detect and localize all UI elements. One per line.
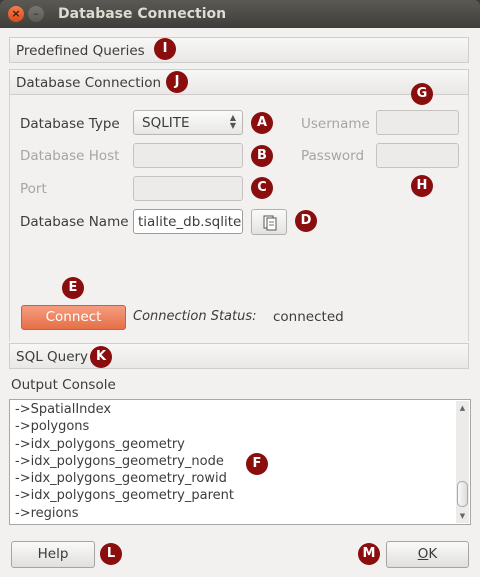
close-icon[interactable]: × [8,6,24,22]
db-type-label: Database Type [20,116,120,132]
console-scrollbar[interactable]: ▲ ▼ [456,401,469,523]
ok-button[interactable]: OK [386,541,469,568]
password-input[interactable] [376,143,459,168]
connect-button[interactable]: Connect [21,305,126,330]
title-bar: × – Database Connection [0,0,480,28]
scroll-thumb[interactable] [457,481,468,507]
console-line: ->regions [15,505,79,521]
db-host-label: Database Host [20,148,120,164]
password-label: Password [301,148,365,164]
annotation-badge-l: L [100,543,122,565]
console-line: ->polygons [15,419,90,435]
connection-status-label: Connection Status: [133,309,257,324]
username-input[interactable] [376,110,459,135]
section-connection-label: Database Connection [16,75,162,91]
annotation-badge-m: M [358,543,380,565]
annotation-badge-f: F [246,453,268,475]
file-browse-icon [263,215,277,231]
console-line: ->idx_polygons_geometry_rowid [15,471,227,487]
annotation-badge-k: K [90,346,112,368]
console-lines: ->SpatialIndex ->polygons ->idx_polygons… [15,402,455,523]
browse-file-button[interactable] [251,209,287,235]
db-type-select[interactable]: SQLITE ▲ ▼ [133,110,243,135]
port-label: Port [20,181,47,197]
db-name-input[interactable]: tialite_db.sqlite [133,209,243,234]
select-arrows-icon: ▲ ▼ [229,113,236,130]
db-type-value: SQLITE [142,115,190,131]
annotation-badge-e: E [62,277,84,299]
section-sql-label: SQL Query [16,349,89,365]
console-line: ->SpatialIndex [15,402,112,417]
window-title: Database Connection [58,6,227,22]
console-line: ->idx_polygons_geometry_parent [15,488,234,504]
annotation-badge-d: D [295,210,317,232]
db-name-label: Database Name [20,214,129,230]
ok-mnemonic: O [417,546,429,562]
section-predefined-label: Predefined Queries [16,43,145,59]
annotation-badge-j: J [166,71,188,93]
section-predefined-queries[interactable]: Predefined Queries [9,37,469,63]
port-input[interactable] [133,176,243,201]
scroll-down-icon[interactable]: ▼ [456,510,469,522]
annotation-badge-h: H [411,175,433,197]
output-console[interactable]: ->SpatialIndex ->polygons ->idx_polygons… [9,399,471,525]
db-host-input[interactable] [133,143,243,168]
output-console-label: Output Console [11,377,116,393]
ok-label-rest: K [428,546,438,562]
help-button[interactable]: Help [11,541,95,568]
db-name-value: tialite_db.sqlite [138,214,242,230]
connection-status-value: connected [273,309,344,325]
annotation-badge-b: B [251,145,273,167]
username-label: Username [301,116,370,132]
annotation-badge-c: C [251,177,273,199]
annotation-badge-a: A [251,112,273,134]
scroll-up-icon[interactable]: ▲ [456,402,469,414]
section-sql-query[interactable]: SQL Query [9,343,469,369]
section-database-connection[interactable]: Database Connection [9,69,469,95]
annotation-badge-i: I [154,38,176,60]
minimize-icon[interactable]: – [28,6,44,22]
annotation-badge-g: G [411,83,433,105]
console-line: ->idx_polygons_geometry_node [15,453,224,469]
console-line: ->idx_polygons_geometry [15,436,185,452]
